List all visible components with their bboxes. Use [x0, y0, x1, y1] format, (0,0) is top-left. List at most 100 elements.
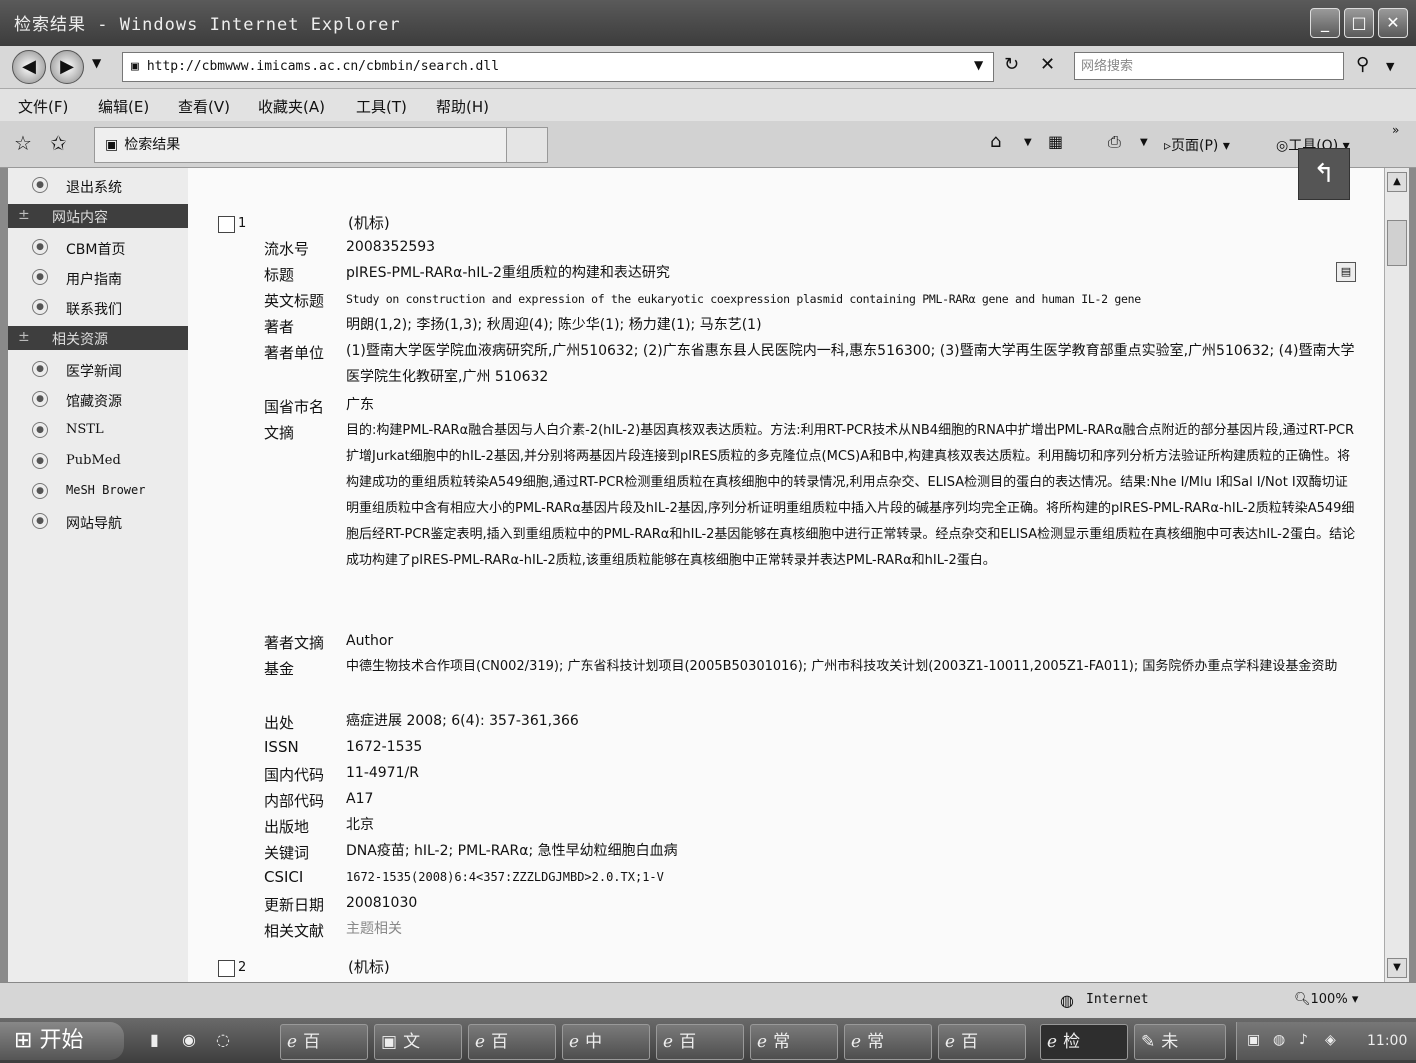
ie-icon: ℯ — [945, 1032, 956, 1052]
history-dropdown-icon[interactable]: ▼ — [92, 56, 101, 70]
field-label: 国省市名 — [264, 398, 325, 416]
bullet-icon: ● — [32, 177, 48, 193]
taskbar-window-label: 未 — [1161, 1032, 1179, 1052]
field-label: 文摘 — [264, 424, 295, 442]
back-to-top-icon[interactable]: ↰ — [1298, 148, 1350, 200]
zoom-level[interactable]: 🔍︎100% ▾ — [1294, 992, 1358, 1007]
document-icon: ▣ — [381, 1032, 398, 1052]
page-icon: ▣ — [131, 59, 139, 74]
scroll-down-icon[interactable]: ▼ — [1387, 958, 1407, 978]
sidebar-item-nstl[interactable]: ● NSTL — [8, 417, 188, 445]
sidebar-item-contact[interactable]: ● 联系我们 — [8, 294, 188, 322]
taskbar-window[interactable]: ℯ百 — [280, 1024, 368, 1060]
record-checkbox[interactable] — [218, 216, 235, 233]
menu-view[interactable]: 查看(V) — [178, 96, 230, 117]
refresh-icon[interactable]: ↻ — [1004, 54, 1019, 75]
sidebar-item-label: 联系我们 — [66, 302, 122, 318]
fund-value: 中德生物技术合作项目(CN002/319); 广东省科技计划项目(2005B50… — [346, 659, 1338, 674]
menu-tools[interactable]: 工具(T) — [356, 96, 407, 117]
tray-volume-icon[interactable]: ♪ — [1299, 1032, 1308, 1048]
tray-security-icon[interactable]: ◈ — [1325, 1032, 1336, 1048]
menu-file[interactable]: 文件(F) — [18, 96, 68, 117]
page-menu[interactable]: ▹页面(P) ▾ — [1164, 135, 1230, 155]
taskbar-window[interactable]: ▣ 文 — [374, 1024, 462, 1060]
navigation-bar: ◀ ▶ ▼ ▣ http://cbmwww.imicams.ac.cn/cbmbi… — [0, 46, 1416, 89]
sidebar-item-user-guide[interactable]: ● 用户指南 — [8, 264, 188, 292]
close-window-button[interactable]: ✕ — [1378, 8, 1408, 38]
menu-favorites[interactable]: 收藏夹(A) — [258, 96, 325, 117]
taskbar-window-label: 百 — [961, 1032, 979, 1052]
field-label: 著者 — [264, 318, 295, 336]
related-docs-link[interactable]: 主题相关 — [346, 916, 1356, 942]
more-commands-icon[interactable]: » — [1392, 123, 1399, 137]
quicklaunch-icon[interactable]: ▮ — [150, 1030, 159, 1049]
sidebar-item-mesh-browser[interactable]: ● MeSH Brower — [8, 478, 188, 506]
scroll-thumb[interactable] — [1387, 220, 1407, 266]
field-value: 2008352593 — [346, 239, 436, 255]
taskbar-window[interactable]: ℯ百 — [938, 1024, 1026, 1060]
scroll-up-icon[interactable]: ▲ — [1387, 172, 1407, 192]
export-icon[interactable]: ▤ — [1336, 262, 1356, 282]
sidebar-item-logout[interactable]: ● 退出系统 — [8, 172, 188, 200]
print-icon[interactable]: ⎙ — [1108, 132, 1121, 152]
search-options-icon[interactable]: ▼ — [1386, 60, 1394, 73]
taskbar-window[interactable]: ℯ常 — [844, 1024, 932, 1060]
start-label: 开始 — [39, 1028, 84, 1053]
tray-app-icon[interactable]: ▣ — [1247, 1032, 1260, 1048]
sidebar-item-cbm-home[interactable]: ● CBM首页 — [8, 234, 188, 262]
quicklaunch-desktop-icon[interactable]: ◌ — [216, 1030, 230, 1049]
taskbar-window-label: 百 — [491, 1032, 509, 1052]
record-checkbox[interactable] — [218, 960, 235, 977]
search-icon[interactable]: ⚲ — [1356, 54, 1369, 75]
start-button[interactable]: ⊞ 开始 — [0, 1022, 124, 1060]
favorites-star-icon[interactable]: ☆ — [14, 131, 32, 155]
minimize-button[interactable]: _ — [1310, 8, 1340, 38]
new-tab-button[interactable] — [506, 127, 548, 163]
stop-icon[interactable]: ✕ — [1040, 54, 1055, 75]
menu-help[interactable]: 帮助(H) — [436, 96, 489, 117]
vertical-scrollbar[interactable]: ▲ ▼ — [1384, 168, 1409, 982]
record-type: (机标) — [348, 214, 390, 232]
ie-icon: ℯ — [287, 1032, 298, 1052]
taskbar-window[interactable]: ℯ百 — [468, 1024, 556, 1060]
forward-button[interactable]: ▶ — [50, 50, 84, 84]
tray-network-icon[interactable]: ◍ — [1273, 1032, 1285, 1048]
back-button[interactable]: ◀ — [12, 50, 46, 84]
sidebar-item-label: 退出系统 — [66, 180, 122, 196]
windows-logo-icon: ⊞ — [14, 1028, 33, 1053]
taskbar-window-active[interactable]: ℯ检 — [1040, 1024, 1128, 1060]
tab-current[interactable]: ▣ 检索结果 — [94, 127, 508, 163]
taskbar-window-label: 百 — [303, 1032, 321, 1052]
address-bar[interactable]: ▣ http://cbmwww.imicams.ac.cn/cbmbin/sear… — [122, 52, 994, 82]
taskbar-window-label: 文 — [403, 1032, 421, 1052]
internal-code-value: A17 — [346, 791, 374, 807]
print-dropdown-icon[interactable]: ▼ — [1140, 137, 1148, 148]
taskbar-window[interactable]: ℯ中 — [562, 1024, 650, 1060]
taskbar-window[interactable]: ✎ 未 — [1134, 1024, 1226, 1060]
home-dropdown-icon[interactable]: ▼ — [1024, 137, 1032, 148]
taskbar-window[interactable]: ℯ百 — [656, 1024, 744, 1060]
clock[interactable]: 11:00 — [1367, 1033, 1407, 1049]
maximize-button[interactable]: □ — [1344, 8, 1374, 38]
sidebar-item-pubmed[interactable]: ● PubMed — [8, 448, 188, 476]
feeds-icon[interactable]: ▦ — [1048, 132, 1063, 151]
ie-icon: ℯ — [851, 1032, 862, 1052]
bullet-icon: ● — [32, 453, 48, 469]
source-value: 癌症进展 2008; 6(4): 357-361,366 — [346, 713, 579, 729]
menu-edit[interactable]: 编辑(E) — [98, 96, 149, 117]
field-label: 内部代码 — [264, 792, 325, 810]
sidebar-section-site-content[interactable]: ± 网站内容 — [8, 204, 188, 228]
home-icon[interactable]: ⌂ — [990, 131, 1001, 152]
search-input[interactable]: 网络搜索 — [1074, 52, 1344, 80]
field-label: ISSN — [264, 738, 299, 756]
sidebar-item-medical-news[interactable]: ● 医学新闻 — [8, 356, 188, 384]
sidebar-item-site-nav[interactable]: ● 网站导航 — [8, 508, 188, 536]
add-favorite-icon[interactable]: ✩ — [50, 131, 67, 155]
sidebar-section-related-resources[interactable]: ± 相关资源 — [8, 326, 188, 350]
quicklaunch-ie-icon[interactable]: ◉ — [182, 1030, 196, 1049]
sidebar-item-collections[interactable]: ● 馆藏资源 — [8, 386, 188, 414]
taskbar-window[interactable]: ℯ常 — [750, 1024, 838, 1060]
address-dropdown-icon[interactable]: ▼ — [974, 58, 983, 72]
page-menu-label: 页面(P) — [1171, 138, 1219, 154]
field-label: 出处 — [264, 714, 295, 732]
